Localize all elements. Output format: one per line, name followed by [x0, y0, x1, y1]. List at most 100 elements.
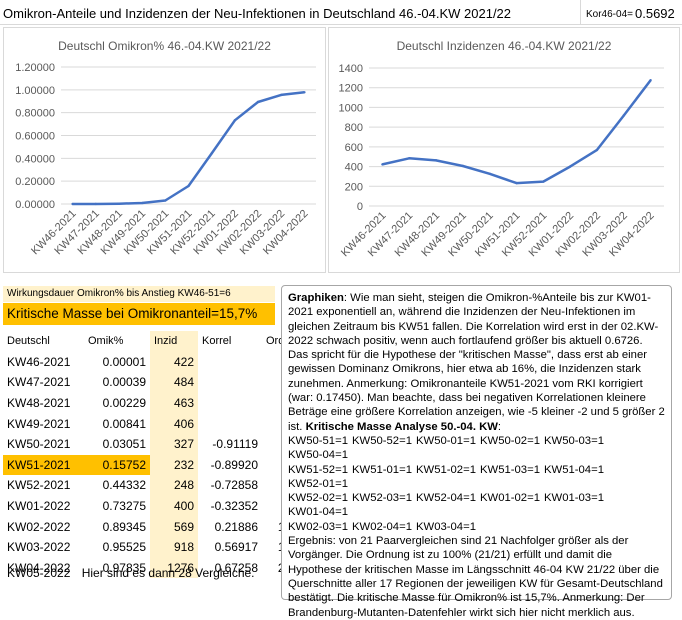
inzid-cell[interactable]: 484	[150, 372, 198, 393]
pair-item: KW50-04=1	[288, 449, 348, 462]
table-row: KW01-20220.73275400-0.323526	[3, 495, 307, 517]
data-point	[381, 163, 384, 166]
inzid-cell[interactable]: 232	[150, 454, 198, 476]
data-point	[187, 184, 190, 188]
kritische-masse-cell[interactable]: Kritische Masse bei Omikronanteil=15,7%	[3, 303, 275, 325]
inzid-cell[interactable]: 918	[150, 536, 198, 558]
inzidenz-chart-svg: 0200400600800100012001400KW46-2021KW47-2…	[339, 63, 664, 259]
omik-cell[interactable]: 0.89345	[84, 516, 150, 537]
data-point	[94, 202, 97, 206]
table-row: KW02-20220.893455690.2188610	[3, 516, 307, 537]
data-point	[622, 114, 625, 117]
header-omik[interactable]: Omik%	[84, 331, 150, 352]
data-point	[256, 100, 260, 104]
data-point	[210, 152, 213, 155]
y-tick-label: 600	[345, 142, 363, 154]
week-cell[interactable]: KW51-2021	[3, 454, 84, 476]
pair-item: KW52-03=1	[352, 492, 412, 505]
omik-cell[interactable]: 0.73275	[84, 496, 150, 517]
pair-item: KW50-51=1	[288, 434, 348, 447]
pair-item: KW50-03=1	[544, 434, 604, 447]
inzid-cell[interactable]: 327	[150, 433, 198, 455]
inzidenz-chart[interactable]: Deutschl Inzidenzen 46.-04.KW 2021/22 02…	[328, 27, 680, 273]
week-cell[interactable]: KW48-2021	[3, 393, 84, 414]
data-point	[71, 202, 74, 206]
inzid-cell[interactable]: 248	[150, 475, 198, 496]
data-point	[461, 164, 465, 168]
data-point	[164, 199, 167, 202]
data-point	[233, 119, 237, 122]
korrel-cell[interactable]: -0.32352	[198, 496, 262, 517]
footer-note[interactable]: Hier sind es dann 28 Vergleiche.	[82, 566, 255, 580]
inzid-cell[interactable]: 569	[150, 516, 198, 537]
week-cell[interactable]: KW01-2022	[3, 496, 84, 517]
pair-item: KW50-01=1	[416, 434, 476, 447]
header-deutschl[interactable]: Deutschl	[3, 331, 84, 352]
pair-item: KW51-04=1	[544, 463, 604, 476]
week-cell[interactable]: KW50-2021	[3, 434, 84, 455]
week-cell[interactable]: KW47-2021	[3, 372, 84, 393]
result-paragraph: Ergebnis: von 21 Paarvergleichen sind 21…	[288, 535, 663, 619]
header-inzid[interactable]: Inzid	[150, 331, 198, 352]
omik-cell[interactable]: 0.03051	[84, 434, 150, 455]
korrel-cell[interactable]: 0.21886	[198, 516, 262, 537]
wirkungsdauer-cell[interactable]: Wirkungsdauer Omikron% bis Anstieg KW46-…	[3, 286, 275, 302]
data-point	[515, 181, 518, 185]
week-cell[interactable]: KW02-2022	[3, 516, 84, 537]
omik-cell[interactable]: 0.00001	[84, 352, 150, 373]
korrel-cell[interactable]: 0.56917	[198, 537, 262, 558]
kritische-masse-heading: Kritische Masse Analyse 50.-04. KW	[305, 420, 498, 433]
y-tick-label: 1400	[339, 63, 363, 75]
table-row: KW48-2021 0.00229 463	[3, 392, 307, 414]
series-line	[382, 79, 652, 185]
pair-row: KW52-02=1 KW52-03=1 KW52-04=1 KW01-02=1 KW01…	[288, 491, 665, 520]
omik-cell[interactable]: 0.44332	[84, 475, 150, 496]
table-row: KW51-20210.15752232-0.899201	[3, 454, 307, 476]
omik-cell[interactable]: 0.15752	[84, 454, 150, 476]
correlation-value[interactable]: 0.5692	[635, 6, 675, 21]
y-tick-label: 0.00000	[15, 199, 55, 211]
correlation-label: Kor46-04=	[586, 9, 633, 20]
pair-row: KW02-03=1 KW02-04=1 KW03-04=1	[288, 520, 665, 534]
analysis-textbox[interactable]: Graphiken: Wie man sieht, steigen die Om…	[281, 285, 672, 619]
header-korrel[interactable]: Korrel	[198, 331, 262, 352]
omik-cell[interactable]: 0.00841	[84, 413, 150, 434]
inzid-cell[interactable]: 463	[150, 392, 198, 414]
table-row: KW49-2021 0.00841 406	[3, 413, 307, 434]
week-cell[interactable]: KW03-2022	[3, 537, 84, 558]
korrel-cell[interactable]: -0.89920	[198, 455, 262, 476]
heading-colon: :	[497, 420, 502, 433]
omikron-chart-svg: 0.00000 0.20000 0.40000 0.60000 0.80000 1.000…	[15, 62, 316, 257]
korrel-cell[interactable]	[198, 393, 262, 414]
data-point	[434, 159, 438, 162]
y-tick-label: 1200	[339, 83, 363, 95]
omik-cell[interactable]: 0.95525	[84, 537, 150, 558]
week-cell[interactable]: KW52-2021	[3, 475, 84, 496]
pair-comparisons: KW50-51=1 KW50-52=1 KW50-01=1 KW50-02=1 KW50…	[288, 434, 665, 534]
inzid-cell[interactable]: 422	[150, 351, 198, 373]
omik-cell[interactable]: 0.00229	[84, 393, 150, 414]
y-tick-label: 1.20000	[15, 62, 55, 74]
pair-item: KW52-02=1	[288, 492, 348, 505]
inzid-cell[interactable]: 406	[150, 413, 198, 434]
pair-item: KW03-04=1	[416, 520, 476, 533]
inzid-cell[interactable]: 400	[150, 495, 198, 517]
pair-row: KW51-52=1 KW51-01=1 KW51-02=1 KW51-03=1 KW51…	[288, 463, 665, 492]
korrel-cell[interactable]	[198, 372, 262, 393]
y-tick-label: 1.00000	[15, 85, 55, 97]
data-point	[140, 201, 144, 205]
week-cell[interactable]: KW46-2021	[3, 352, 84, 373]
graphiken-heading: Graphiken	[288, 292, 344, 304]
omik-cell[interactable]: 0.00039	[84, 372, 150, 393]
y-tick-label: 0.40000	[15, 153, 55, 165]
footer-week[interactable]: KW05-2022	[7, 566, 70, 580]
korrel-cell[interactable]	[198, 352, 262, 373]
korrel-cell[interactable]: -0.72858	[198, 475, 262, 496]
omikron-chart[interactable]: Deutschl Omikron% 46.-04.KW 2021/22 0.00…	[3, 27, 326, 273]
korrel-cell[interactable]	[198, 413, 262, 434]
korrel-cell[interactable]: -0.91119	[198, 434, 262, 455]
week-cell[interactable]: KW49-2021	[3, 413, 84, 434]
data-point	[542, 180, 545, 183]
pair-item: KW51-03=1	[480, 463, 540, 476]
sheet-title: Omikron-Anteile und Inzidenzen der Neu-I…	[3, 6, 512, 21]
